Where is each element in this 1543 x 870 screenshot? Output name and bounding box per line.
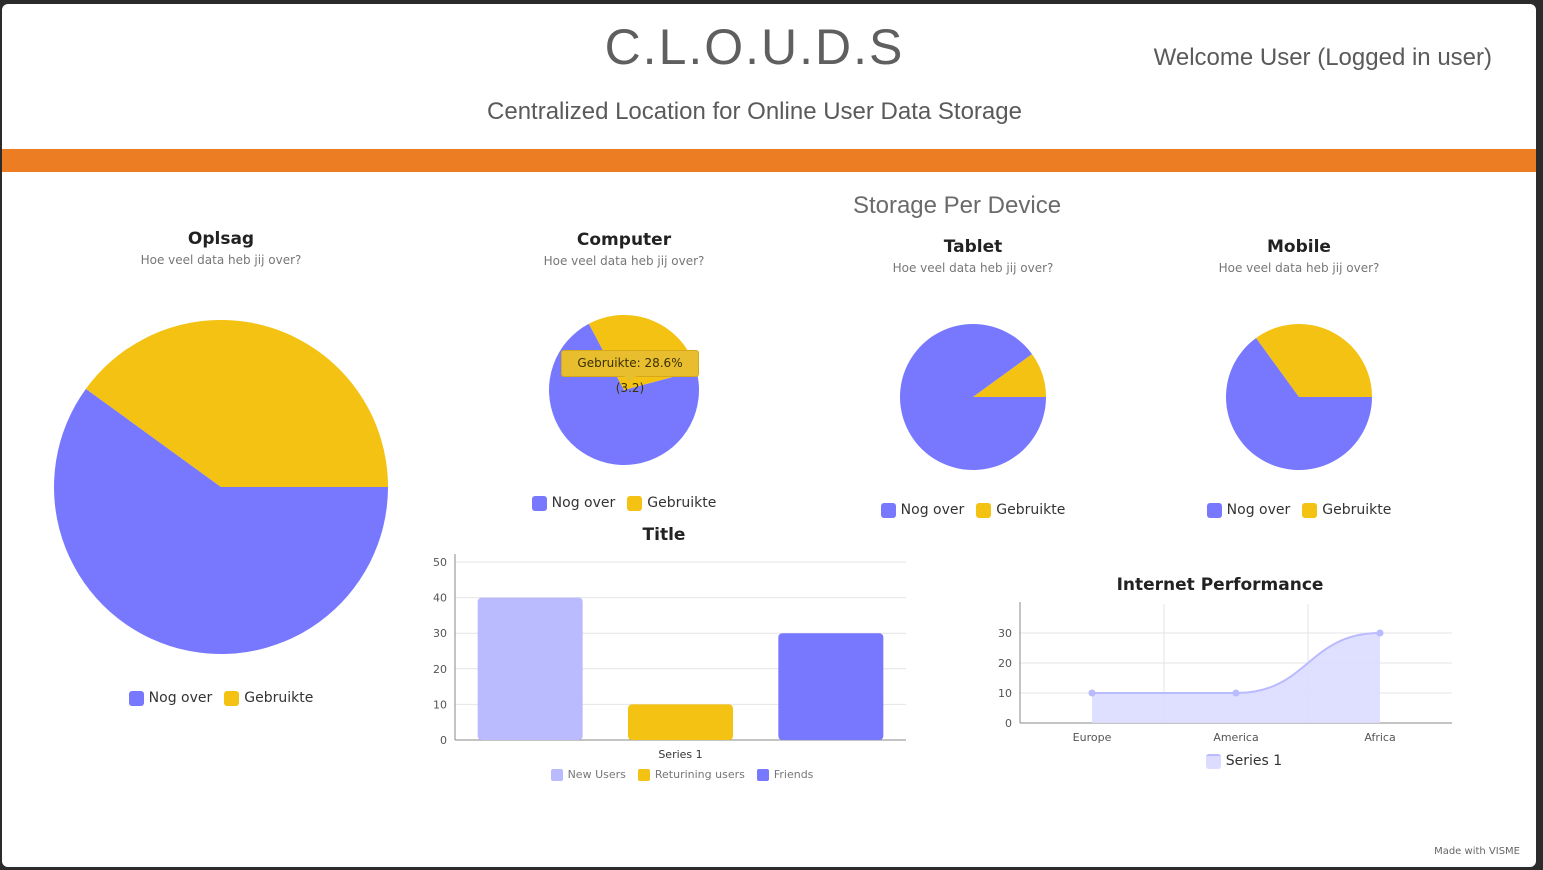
legend-item-nog-over[interactable]: Nog over (880, 502, 964, 518)
legend-item-gebruikte[interactable]: Gebruikte (1302, 502, 1391, 518)
pie-title-computer: Computer (576, 230, 672, 250)
legend-item-nog-over[interactable]: Nog over (531, 495, 615, 511)
pie-legend-opslag: Nog over Gebruikte (71, 690, 371, 706)
bar-new-users[interactable] (477, 597, 583, 740)
made-with-credit: Made with VISME (1434, 846, 1520, 857)
bar-y-tick-label: 0 (440, 734, 447, 747)
dashboard-canvas: C.L.O.U.D.S Welcome User (Logged in user… (2, 4, 1536, 867)
bar-friends[interactable] (778, 633, 884, 740)
legend-item-returning-users[interactable]: Returining users (637, 768, 745, 781)
area-x-tick-label: Europe (1073, 731, 1112, 744)
pie-subtitle-tablet: Hoe veel data heb jij over? (892, 261, 1054, 275)
bar-y-tick-label: 10 (433, 698, 447, 711)
area-point[interactable] (1088, 689, 1096, 697)
legend-item-nog-over[interactable]: Nog over (1206, 502, 1290, 518)
pie-title-tablet: Tablet (943, 237, 1003, 257)
pie-legend-tablet: Nog over Gebruikte (823, 502, 1123, 518)
bar-returining-users[interactable] (628, 704, 733, 740)
line-chart-title: Internet Performance (1116, 575, 1324, 595)
legend-item-series-1[interactable]: Series 1 (1205, 753, 1282, 769)
legend-item-gebruikte[interactable]: Gebruikte (224, 690, 313, 706)
pie-legend-mobile: Nog over Gebruikte (1149, 502, 1449, 518)
pie-subtitle-mobile: Hoe veel data heb jij over? (1218, 261, 1380, 275)
bar-y-tick-label: 40 (433, 592, 447, 605)
pie-tooltip: Gebruikte: 28.6% (3.2) (561, 350, 699, 395)
line-legend: Series 1 (1094, 753, 1394, 769)
area-y-tick-label: 30 (998, 627, 1012, 640)
area-chart: 0 10 20 30 Europe America Africa (998, 602, 1452, 744)
bar-y-tick-label: 20 (433, 663, 447, 676)
pie-subtitle-computer: Hoe veel data heb jij over? (543, 254, 705, 268)
legend-item-gebruikte[interactable]: Gebruikte (976, 502, 1065, 518)
pie-chart-opslag[interactable] (53, 320, 389, 655)
bar-y-tick-label: 30 (433, 627, 447, 640)
pie-tooltip-caret (624, 376, 636, 382)
pie-chart-mobile[interactable] (1226, 324, 1373, 471)
area-y-tick-label: 20 (998, 657, 1012, 670)
pie-legend-computer: Nog over Gebruikte (474, 495, 774, 511)
area-x-tick-label: Africa (1364, 731, 1395, 744)
pie-chart-tablet[interactable] (899, 323, 1046, 470)
area-fill-series-1 (1092, 633, 1380, 723)
legend-item-nog-over[interactable]: Nog over (128, 690, 212, 706)
area-point[interactable] (1376, 629, 1384, 637)
bar-chart: 0 10 20 30 40 50 Series 1 (433, 554, 906, 761)
bar-category-label: Series 1 (658, 748, 702, 761)
area-y-tick-label: 10 (998, 687, 1012, 700)
legend-item-friends[interactable]: Friends (756, 768, 813, 781)
area-x-tick-label: America (1213, 731, 1258, 744)
bar-chart-title: Title (642, 525, 686, 545)
area-y-tick-label: 0 (1005, 717, 1012, 730)
bar-legend: New Users Returining users Friends (432, 768, 932, 781)
bar-y-tick-label: 50 (433, 556, 447, 569)
legend-item-new-users[interactable]: New Users (550, 768, 626, 781)
legend-item-gebruikte[interactable]: Gebruikte (627, 495, 716, 511)
area-point[interactable] (1232, 689, 1240, 697)
pie-title-mobile: Mobile (1267, 237, 1331, 257)
